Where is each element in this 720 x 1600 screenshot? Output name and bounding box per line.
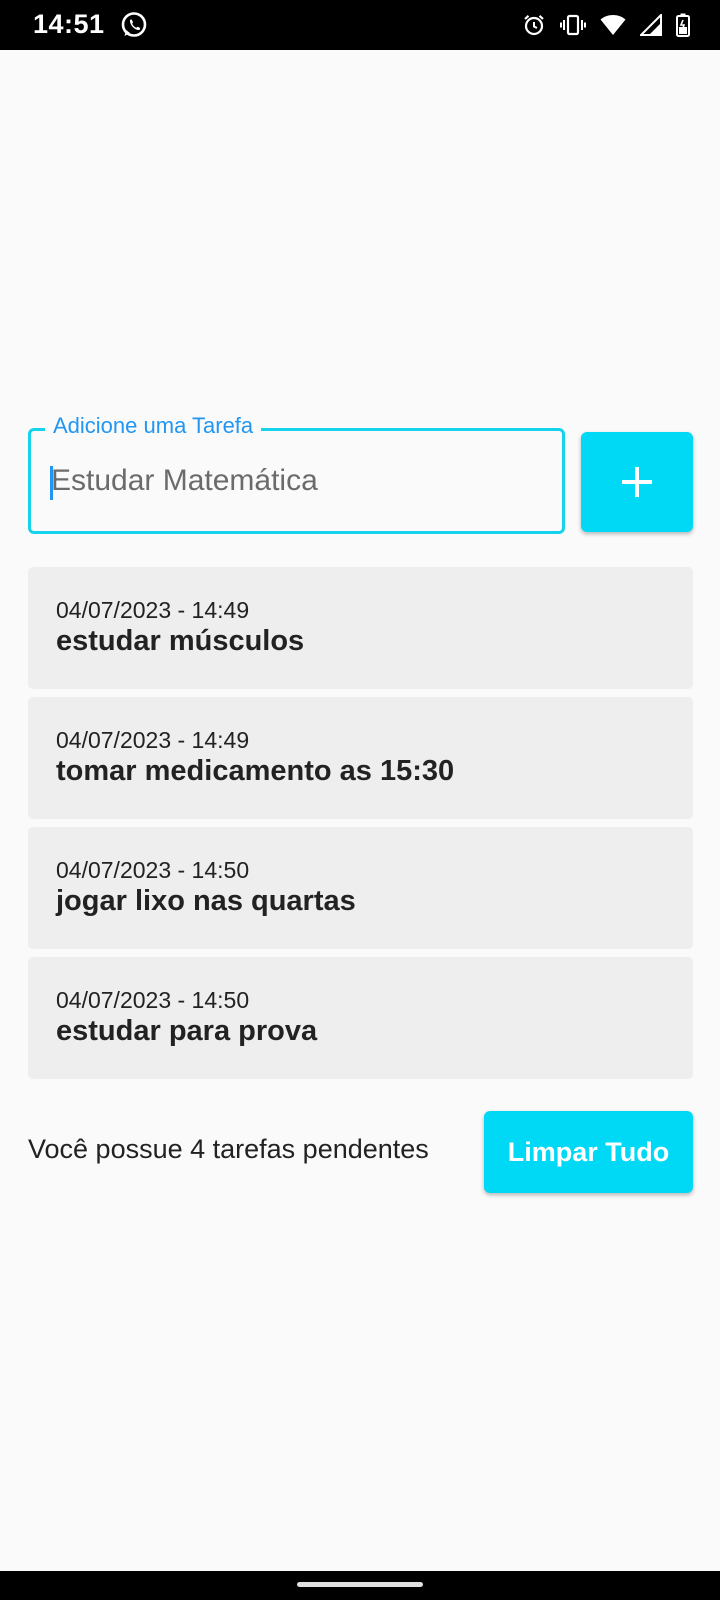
task-item[interactable]: 04/07/2023 - 14:50 estudar para prova (28, 957, 693, 1079)
alarm-icon (524, 14, 544, 36)
plus-icon (622, 467, 652, 497)
task-title: jogar lixo nas quartas (56, 885, 356, 917)
task-input-container[interactable]: Adicione uma Tarefa (28, 411, 565, 534)
signal-icon (640, 14, 662, 36)
task-title: estudar para prova (56, 1015, 318, 1047)
add-task-button[interactable] (581, 432, 693, 532)
navigation-bar (0, 1571, 720, 1600)
task-title: estudar músculos (56, 625, 305, 657)
task-date: 04/07/2023 - 14:50 (56, 987, 250, 1013)
task-date: 04/07/2023 - 14:50 (56, 857, 250, 883)
wifi-icon (600, 15, 626, 35)
battery-icon (676, 13, 690, 37)
status-icons (522, 12, 690, 38)
status-time: 14:51 (33, 9, 105, 39)
whatsapp-icon (121, 12, 147, 37)
clear-all-button[interactable]: Limpar Tudo (484, 1111, 693, 1193)
task-list: 04/07/2023 - 14:49 estudar músculos 04/0… (28, 567, 693, 1087)
pending-tasks-count: Você possue 4 tarefas pendentes (28, 1134, 429, 1164)
task-input-label: Adicione uma Tarefa (45, 411, 262, 441)
vibrate-icon (560, 14, 586, 36)
task-item[interactable]: 04/07/2023 - 14:49 tomar medicamento as … (28, 697, 693, 819)
task-item[interactable]: 04/07/2023 - 14:49 estudar músculos (28, 567, 693, 689)
task-date: 04/07/2023 - 14:49 (56, 597, 250, 623)
task-item[interactable]: 04/07/2023 - 14:50 jogar lixo nas quarta… (28, 827, 693, 949)
home-gesture-handle[interactable] (297, 1582, 423, 1587)
task-title: tomar medicamento as 15:30 (56, 755, 455, 787)
task-input[interactable] (51, 455, 531, 507)
status-bar: 14:51 (0, 0, 720, 50)
task-date: 04/07/2023 - 14:49 (56, 727, 250, 753)
